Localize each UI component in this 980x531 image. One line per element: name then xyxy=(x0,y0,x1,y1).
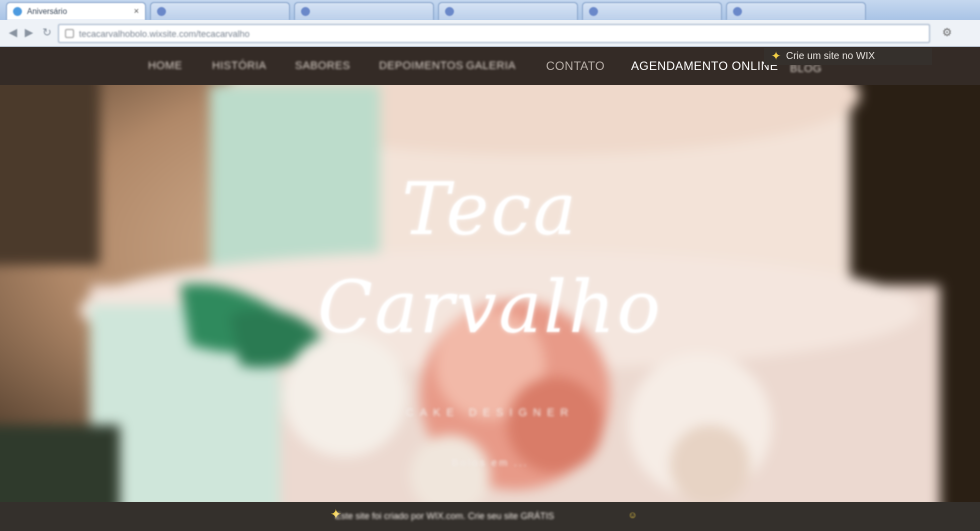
browser-tab[interactable] xyxy=(294,2,434,20)
nav-item-galeria[interactable]: GALERIA xyxy=(466,60,516,72)
favicon-icon xyxy=(13,7,22,16)
hero-title-line2: Carvalho xyxy=(317,265,663,349)
wix-promo-badge[interactable]: ✦ Crie um site no WIX xyxy=(764,48,932,65)
browser-tab[interactable] xyxy=(582,2,722,20)
nav-item-home[interactable]: HOME xyxy=(148,60,182,72)
wix-bottom-message[interactable]: Este site foi criado por WIX.com. Crie s… xyxy=(335,511,554,521)
browser-tab[interactable]: Aniversário × xyxy=(6,2,146,20)
nav-item-contato[interactable]: CONTATO xyxy=(546,59,605,73)
browser-tab[interactable] xyxy=(150,2,290,20)
page-icon xyxy=(65,29,74,38)
wix-badge-label: Crie um site no WIX xyxy=(786,51,875,62)
nav-item-agendamento[interactable]: AGENDAMENTO ONLINE xyxy=(631,59,778,73)
smiley-icon: ☺ xyxy=(628,510,638,520)
address-bar[interactable]: tecacarvalhobolo.wixsite.com/tecacarvalh… xyxy=(58,24,930,43)
hero-banner: Teca Carvalho CAKE DESIGNER Bolos em ... xyxy=(0,85,980,502)
favicon-icon xyxy=(301,7,310,16)
address-url: tecacarvalhobolo.wixsite.com/tecacarvalh… xyxy=(79,29,250,39)
tab-title: Aniversário xyxy=(27,7,68,16)
reload-icon[interactable]: ↻ xyxy=(40,26,54,40)
browser-tab-bar: Aniversário × xyxy=(0,0,980,20)
forward-arrow-icon[interactable]: ▶ xyxy=(22,26,36,40)
wrench-icon[interactable]: ⚙ xyxy=(942,26,952,39)
back-arrow-icon[interactable]: ◀ xyxy=(6,26,20,40)
hero-small-text: Bolos em ... xyxy=(451,458,529,469)
favicon-icon xyxy=(589,7,598,16)
nav-item-sabores[interactable]: SABORES xyxy=(295,60,350,72)
browser-tab[interactable] xyxy=(726,2,866,20)
favicon-icon xyxy=(445,7,454,16)
wix-bottom-bar[interactable]: ✦ Este site foi criado por WIX.com. Crie… xyxy=(0,502,980,531)
nav-item-historia[interactable]: HISTÓRIA xyxy=(212,60,266,72)
hero-title-line1: Teca xyxy=(401,167,579,251)
hero-tagline: CAKE DESIGNER xyxy=(405,407,575,419)
browser-tab[interactable] xyxy=(438,2,578,20)
wix-star-icon: ✦ xyxy=(771,49,782,63)
browser-toolbar: ◀ ▶ ↻ tecacarvalhobolo.wixsite.com/tecac… xyxy=(0,20,980,47)
favicon-icon xyxy=(157,7,166,16)
nav-item-depoimentos[interactable]: DEPOIMENTOS xyxy=(379,60,463,72)
close-tab-icon[interactable]: × xyxy=(134,6,139,16)
favicon-icon xyxy=(733,7,742,16)
